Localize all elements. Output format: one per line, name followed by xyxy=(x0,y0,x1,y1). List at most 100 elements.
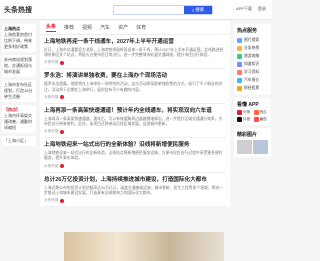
photos-card: 精彩图片 xyxy=(234,128,271,157)
service-label: 旅游攻略 xyxy=(244,53,260,58)
site-logo[interactable]: 头条热搜 xyxy=(4,5,44,15)
source-avatar-icon xyxy=(60,95,65,100)
feed-item-meta: 头条热搜 xyxy=(44,95,226,100)
service-item-finance[interactable]: 财经股票 xyxy=(237,84,268,92)
app-label: 头条 xyxy=(243,110,251,114)
left-card[interactable]: 「上海小区」 xyxy=(2,136,36,146)
service-label: 学习资料 xyxy=(244,69,260,74)
services-card: 热点服务 图片搜索 头条热榜 旅游攻略 知道知识 学习资料 汽车报价 财经股票 xyxy=(234,24,271,95)
feed-item-meta: 头条热搜 xyxy=(44,164,226,169)
service-label: 图片搜索 xyxy=(244,37,260,42)
search-button-label: 搜索 xyxy=(195,7,205,12)
app-label: 抖音 xyxy=(243,117,251,121)
left-card[interactable]: 上海市发布社区规划，打造15分钟生活圈 xyxy=(2,80,36,102)
app-label: 番茄 xyxy=(259,117,267,121)
knowledge-icon xyxy=(237,61,242,67)
service-label: 头条热榜 xyxy=(244,45,260,50)
feed-item-body: 上海地铁迎来一站式出行的全新体验，沿线站点将新增便民服务设施，方便市民在出行过程… xyxy=(44,151,223,161)
app-item-toutiao[interactable]: 头条 xyxy=(237,110,252,115)
feed-item-title[interactable]: 上海地铁再迎一条干线通车，2027年上半年开通运营 xyxy=(44,39,226,46)
photos-title: 精彩图片 xyxy=(237,132,258,138)
main-feed-area: 头条 推荐 视频 汽车 资产 体育 上海地铁再迎一条干线通车，2027年上半年开… xyxy=(40,21,230,261)
right-sidebar: 热点服务 图片搜索 头条热榜 旅游攻略 知道知识 学习资料 汽车报价 财经股票 … xyxy=(233,21,272,261)
service-item-image-search[interactable]: 图片搜索 xyxy=(237,36,268,44)
login-link[interactable]: 登录 xyxy=(258,6,266,12)
feed-item-title[interactable]: 总计26万亿投资计划，上海持续推进城市建设，打造国际化大都市 xyxy=(44,177,226,184)
car-icon xyxy=(237,77,242,83)
tab-headline[interactable]: 头条 xyxy=(46,23,57,32)
service-item-study[interactable]: 学习资料 xyxy=(237,68,268,76)
left-card-text: 上海内环高架交通改善，通勤时间缩短 xyxy=(4,113,32,130)
apps-title: 看懂 APP xyxy=(237,102,259,108)
service-item-hot-list[interactable]: 头条热榜 xyxy=(237,44,268,52)
left-sidebar: 上海热点 上海首套房首付比例下调，带来更多利好政策 苏州南站规划落地，交通枢纽与… xyxy=(0,21,38,261)
feed-item-body: 上海近期公布的投资计划总额高达26万亿元，涵盖交通基础设施、城市更新、民生工程等… xyxy=(44,185,223,195)
app-download-link[interactable]: APP下载 xyxy=(236,6,252,12)
feed-item-title[interactable]: 上海地铁迎来一站式出行的全新体验？沿线将新增便民服务 xyxy=(44,142,226,149)
feed-item-source: 头条热搜 xyxy=(44,198,59,203)
feed-item-meta: 头条热搜 xyxy=(44,198,226,203)
feed-item[interactable]: 总计26万亿投资计划，上海持续推进城市建设，打造国际化大都市 上海近期公布的投资… xyxy=(44,173,226,208)
service-item-travel[interactable]: 旅游攻略 xyxy=(237,52,268,60)
search-button[interactable]: ⌕ 搜索 xyxy=(184,6,212,14)
source-avatar-icon xyxy=(60,129,65,134)
apps-card: 看懂 APP 头条 西瓜 抖音 番茄 xyxy=(234,98,271,125)
tab-auto[interactable]: 汽车 xyxy=(100,24,110,31)
feed-item-title[interactable]: 上海再添一条高架快速通道！预计年内全线通车，将实现双向六车道 xyxy=(44,108,226,115)
app-label: 西瓜 xyxy=(259,110,267,114)
left-card-text: 上海首套房首付比例下调，带来更多利好政策 xyxy=(4,32,32,49)
douyin-app-icon xyxy=(237,117,242,122)
search-box[interactable]: ⌕ 搜索 xyxy=(113,5,213,15)
left-card-text: 上海市发布社区规划，打造15分钟生活圈 xyxy=(4,82,33,99)
feed-item-meta: 头条热搜 xyxy=(44,129,226,134)
tab-recommend[interactable]: 推荐 xyxy=(64,24,74,31)
finance-icon xyxy=(237,85,242,91)
services-title: 热点服务 xyxy=(237,28,258,34)
tab-video[interactable]: 视频 xyxy=(82,24,92,31)
feed-image-strip[interactable] xyxy=(64,232,224,261)
feed-item-body: 近日，上海市交通委官方消息，上海地铁线网将再迎来一条干线，预计2027年上半年开… xyxy=(44,48,224,58)
xigua-app-icon xyxy=(253,110,259,115)
tab-sports[interactable]: 体育 xyxy=(136,24,146,31)
left-card[interactable]: 苏州南站规划落地，交通枢纽与城市发展 xyxy=(2,55,36,77)
fanqie-app-icon xyxy=(253,117,259,122)
hot-list-icon xyxy=(237,45,242,51)
feed-item-meta: 头条热搜 xyxy=(44,60,226,65)
service-item-knowledge[interactable]: 知道知识 xyxy=(237,60,268,68)
app-item-douyin[interactable]: 抖音 xyxy=(237,117,252,122)
feed-list: 上海地铁再迎一条干线通车，2027年上半年开通运营 近日，上海市交通委官方消息，… xyxy=(40,35,230,208)
feed-item-source: 头条热搜 xyxy=(44,60,59,65)
feed-item-source: 头条热搜 xyxy=(44,163,59,168)
tab-assets[interactable]: 资产 xyxy=(118,24,128,31)
travel-icon xyxy=(237,53,242,59)
feed-item[interactable]: 上海再添一条高架快速通道！预计年内全线通车，将实现双向六车道 上海再添一条高架快… xyxy=(44,104,226,139)
feed-item[interactable]: 罗永浩：将演讲单独收费，要在上海办个现场活动 据罗永浩透露，他即将在上海举办一场… xyxy=(44,69,226,104)
app-item-fanqie[interactable]: 番茄 xyxy=(253,117,269,122)
left-card-text: 苏州南站规划落地，交通枢纽与城市发展 xyxy=(4,57,32,74)
top-bar: 头条热搜 ⌕ 搜索 APP下载 登录 xyxy=(0,0,272,20)
photo-thumb[interactable] xyxy=(237,140,252,154)
feed-item[interactable]: 上海地铁迎来一站式出行的全新体验？沿线将新增便民服务 上海地铁迎来一站式出行的全… xyxy=(44,138,226,173)
feed-item[interactable]: 上海地铁再迎一条干线通车，2027年上半年开通运营 近日，上海市交通委官方消息，… xyxy=(44,35,226,70)
feed-item-source: 头条热搜 xyxy=(44,94,59,99)
top-links: APP下载 登录 xyxy=(236,6,266,12)
left-card-text: 「上海小区」 xyxy=(4,138,28,143)
image-search-icon xyxy=(237,37,242,43)
feed-item-body: 据罗永浩透露，他即将在上海举办一场特别的活动，这次活动将采取单独收费的方式，吸引… xyxy=(44,82,223,92)
source-avatar-icon xyxy=(60,198,65,203)
service-label: 汽车报价 xyxy=(244,77,260,82)
source-avatar-icon xyxy=(60,60,65,65)
left-card[interactable]: 上海热点 上海首套房首付比例下调，带来更多利好政策 xyxy=(2,24,36,52)
left-card[interactable]: 【热点】 上海内环高架交通改善，通勤时间缩短 xyxy=(2,105,36,133)
app-item-xigua[interactable]: 西瓜 xyxy=(253,110,269,115)
feed-item-title[interactable]: 罗永浩：将演讲单独收费，要在上海办个现场活动 xyxy=(44,73,226,80)
feed-item-source: 头条热搜 xyxy=(44,129,59,134)
feed-item-body: 上海再添一条高架快速通道，建成后，可以有效缓解周边道路拥堵情况，进一步提升区域交… xyxy=(44,116,223,127)
search-icon: ⌕ xyxy=(191,7,195,13)
service-item-car-price[interactable]: 汽车报价 xyxy=(237,76,268,84)
photo-thumb[interactable] xyxy=(253,140,268,154)
service-label: 财经股票 xyxy=(244,85,260,90)
toutiao-app-icon xyxy=(237,110,242,115)
tab-bar: 头条 推荐 视频 汽车 资产 体育 xyxy=(40,21,230,35)
search-input[interactable] xyxy=(114,6,184,14)
